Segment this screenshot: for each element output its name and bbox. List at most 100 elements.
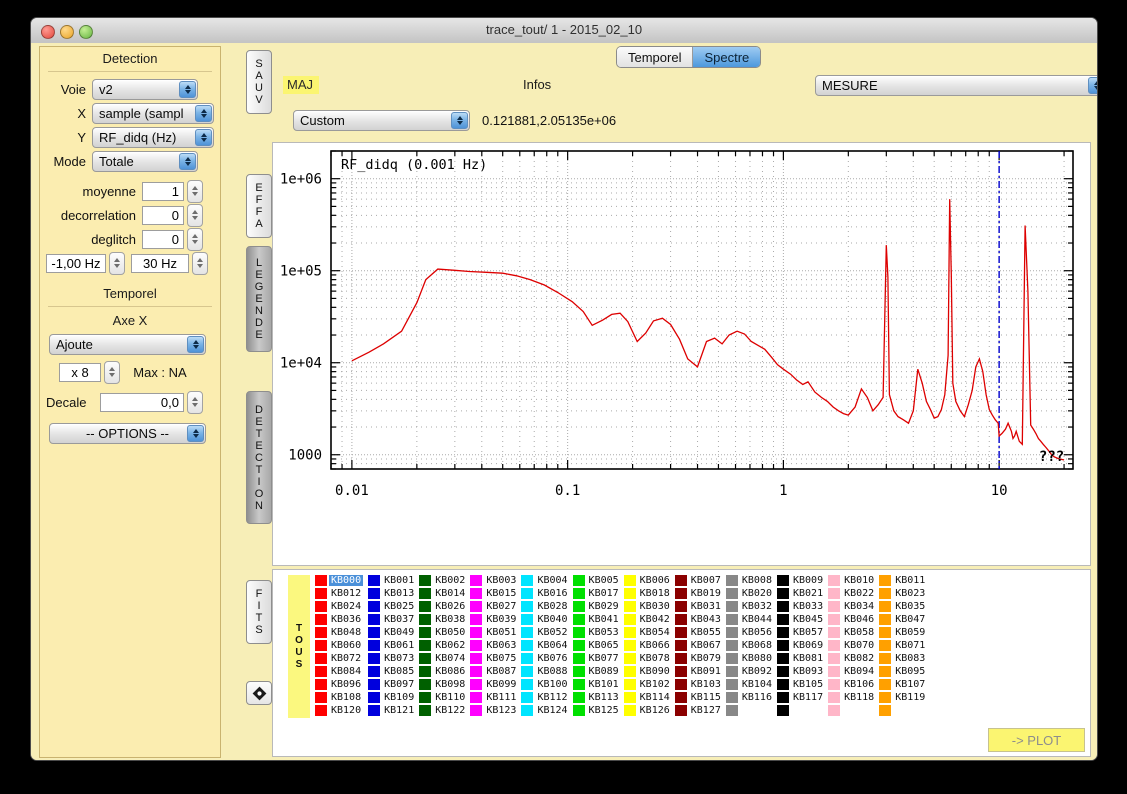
legend-label[interactable]: KB104 <box>742 679 772 690</box>
legend-label[interactable]: KB082 <box>844 653 874 664</box>
legend-swatch[interactable] <box>573 653 585 664</box>
mesure-select[interactable]: MESURE <box>815 75 1098 96</box>
legend-swatch[interactable] <box>573 627 585 638</box>
legend-swatch[interactable] <box>879 640 891 651</box>
legend-label[interactable]: KB080 <box>742 653 772 664</box>
freq-min-input[interactable]: -1,00 Hz <box>46 254 106 273</box>
legend-swatch[interactable] <box>624 640 636 651</box>
legend-swatch[interactable] <box>521 601 533 612</box>
legend-swatch[interactable] <box>726 705 738 716</box>
legend-item[interactable]: KB010 <box>828 574 874 587</box>
legend-item[interactable]: KB052 <box>521 626 567 639</box>
vtab-detection[interactable]: DETECTION <box>246 391 272 524</box>
legend-label[interactable]: KB074 <box>435 653 465 664</box>
legend-swatch[interactable] <box>470 640 482 651</box>
legend-item[interactable]: KB086 <box>419 665 465 678</box>
legend-item[interactable]: KB040 <box>521 613 567 626</box>
legend-swatch[interactable] <box>368 614 380 625</box>
legend-item[interactable]: KB042 <box>624 613 670 626</box>
chevron-updown-icon[interactable] <box>179 81 196 98</box>
legend-label[interactable]: KB066 <box>640 640 670 651</box>
legend-label[interactable]: KB096 <box>331 679 361 690</box>
legend-item[interactable]: KB094 <box>828 665 874 678</box>
legend-swatch[interactable] <box>368 705 380 716</box>
y-select[interactable]: RF_didq (Hz) <box>92 127 214 148</box>
legend-label[interactable]: KB110 <box>435 692 465 703</box>
legend-swatch[interactable] <box>675 575 687 586</box>
legend-label[interactable]: KB126 <box>640 705 670 716</box>
legend-swatch[interactable] <box>470 653 482 664</box>
legend-label[interactable]: KB010 <box>844 575 874 586</box>
legend-item[interactable]: KB093 <box>777 665 823 678</box>
legend-label[interactable]: KB077 <box>589 653 619 664</box>
legend-label[interactable]: KB047 <box>895 614 925 625</box>
legend-label[interactable]: KB009 <box>793 575 823 586</box>
legend-item[interactable]: KB075 <box>470 652 516 665</box>
legend-swatch[interactable] <box>624 627 636 638</box>
options-select[interactable]: -- OPTIONS -- <box>49 423 206 444</box>
legend-item[interactable]: KB048 <box>315 626 363 639</box>
legend-swatch[interactable] <box>521 575 533 586</box>
legend-label[interactable]: KB027 <box>486 601 516 612</box>
legend-item[interactable]: KB084 <box>315 665 363 678</box>
legend-swatch[interactable] <box>521 666 533 677</box>
legend-label[interactable]: KB002 <box>435 575 465 586</box>
legend-label[interactable]: KB014 <box>435 588 465 599</box>
legend-swatch[interactable] <box>315 588 327 599</box>
legend-item[interactable]: KB115 <box>675 691 721 704</box>
legend-swatch[interactable] <box>828 614 840 625</box>
legend-swatch[interactable] <box>726 601 738 612</box>
legend-swatch[interactable] <box>368 653 380 664</box>
legend-item[interactable]: KB059 <box>879 626 925 639</box>
legend-swatch[interactable] <box>470 666 482 677</box>
legend-item[interactable]: KB082 <box>828 652 874 665</box>
legend-item[interactable]: KB063 <box>470 639 516 652</box>
legend-item[interactable]: KB043 <box>675 613 721 626</box>
legend-swatch[interactable] <box>521 627 533 638</box>
legend-label[interactable]: KB105 <box>793 679 823 690</box>
legend-swatch[interactable] <box>573 705 585 716</box>
legend-item[interactable]: KB062 <box>419 639 465 652</box>
legend-swatch[interactable] <box>419 692 431 703</box>
legend-item[interactable]: KB078 <box>624 652 670 665</box>
legend-label[interactable]: KB001 <box>384 575 414 586</box>
legend-label[interactable]: KB107 <box>895 679 925 690</box>
legend-swatch[interactable] <box>624 588 636 599</box>
legend-swatch[interactable] <box>828 640 840 651</box>
chevron-updown-icon[interactable] <box>1088 77 1098 94</box>
legend-item[interactable]: KB125 <box>573 704 619 717</box>
legend-swatch[interactable] <box>879 601 891 612</box>
legend-swatch[interactable] <box>675 666 687 677</box>
legend-label[interactable]: KB046 <box>844 614 874 625</box>
legend-label[interactable]: KB085 <box>384 666 414 677</box>
legend-swatch[interactable] <box>726 666 738 677</box>
legend-item[interactable]: KB012 <box>315 587 363 600</box>
vtab-legende[interactable]: LEGENDE <box>246 246 272 352</box>
legend-swatch[interactable] <box>521 692 533 703</box>
legend-item[interactable]: KB080 <box>726 652 772 665</box>
legend-swatch[interactable] <box>470 588 482 599</box>
legend-label[interactable]: KB087 <box>486 666 516 677</box>
legend-item[interactable]: KB001 <box>368 574 414 587</box>
freq-max-input[interactable]: 30 Hz <box>131 254 189 273</box>
legend-item[interactable]: KB015 <box>470 587 516 600</box>
legend-label[interactable]: KB064 <box>537 640 567 651</box>
decale-stepper[interactable] <box>187 391 203 414</box>
legend-label[interactable]: KB108 <box>331 692 361 703</box>
legend-swatch[interactable] <box>879 588 891 599</box>
legend-swatch[interactable] <box>470 601 482 612</box>
legend-item[interactable]: KB102 <box>624 678 670 691</box>
legend-swatch[interactable] <box>573 640 585 651</box>
legend-swatch[interactable] <box>315 653 327 664</box>
legend-swatch[interactable] <box>777 705 789 716</box>
legend-label[interactable]: KB025 <box>384 601 414 612</box>
legend-label[interactable]: KB112 <box>537 692 567 703</box>
legend-item[interactable]: KB077 <box>573 652 619 665</box>
legend-label[interactable]: KB056 <box>742 627 772 638</box>
legend-label[interactable]: KB037 <box>384 614 414 625</box>
legend-swatch[interactable] <box>521 679 533 690</box>
legend-label[interactable]: KB007 <box>691 575 721 586</box>
legend-swatch[interactable] <box>521 653 533 664</box>
legend-item[interactable]: KB098 <box>419 678 465 691</box>
legend-item[interactable]: KB004 <box>521 574 567 587</box>
